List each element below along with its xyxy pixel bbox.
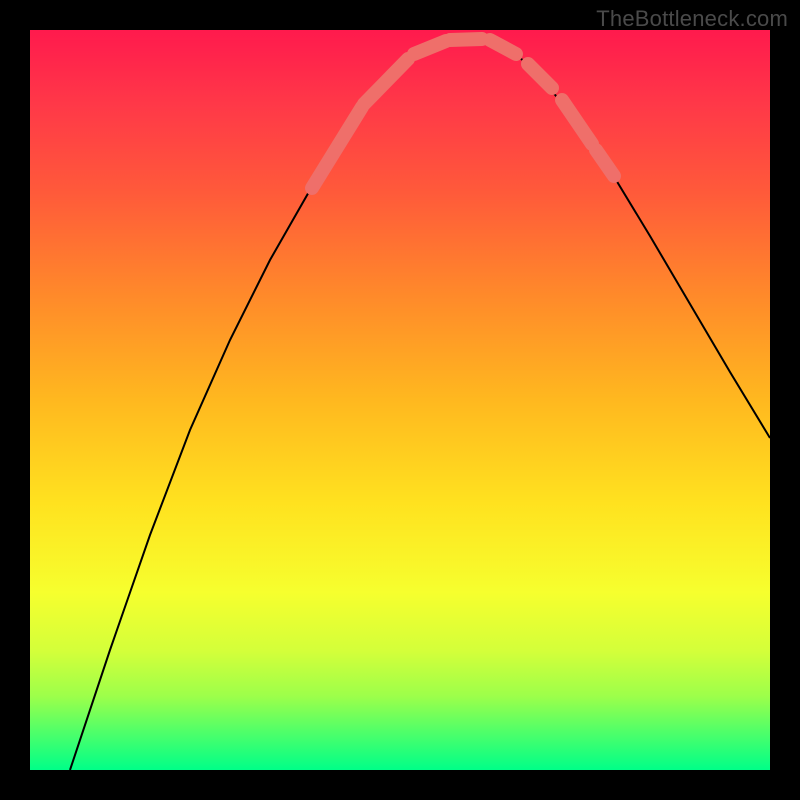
highlight-segment — [414, 41, 446, 54]
highlight-segment — [596, 150, 614, 176]
curve-line — [70, 38, 770, 770]
highlight-segment — [490, 40, 516, 54]
highlight-segment — [312, 107, 362, 188]
highlight-segment — [450, 39, 482, 40]
highlight-segment — [364, 59, 408, 104]
highlight-segment — [562, 100, 592, 144]
attribution-label: TheBottleneck.com — [596, 6, 788, 32]
chart-svg — [30, 30, 770, 770]
highlight-segment — [528, 64, 552, 88]
plot-area — [30, 30, 770, 770]
chart-frame: TheBottleneck.com — [0, 0, 800, 800]
